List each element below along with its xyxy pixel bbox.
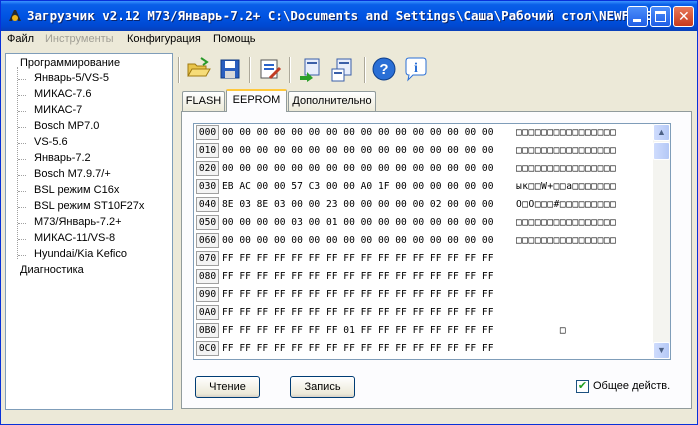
hex-ascii[interactable]: ык□□W+□□а□□□□□□□ [516, 181, 616, 192]
menu-tools: Инструменты [45, 33, 114, 45]
hex-address: 0B0 [196, 323, 219, 338]
open-folder-icon[interactable] [185, 56, 211, 82]
help-icon[interactable]: ? [371, 56, 397, 82]
info-icon[interactable]: i [403, 56, 429, 82]
tree-item-january-5[interactable]: Январь-5/VS-5 [34, 72, 109, 84]
read-button[interactable]: Чтение [195, 376, 260, 398]
svg-text:i: i [414, 61, 418, 76]
window-title: Загрузчик v2.12 M73/Январь-7.2+ C:\Docum… [27, 8, 652, 23]
app-icon [9, 10, 21, 21]
minimize-icon [633, 19, 641, 22]
checkmark-icon: ✔ [577, 380, 588, 392]
tree-item-mikas-11[interactable]: МИКАС-11/VS-8 [34, 232, 115, 244]
maximize-icon [655, 11, 666, 22]
toolbar-separator [364, 57, 366, 83]
scroll-thumb[interactable] [653, 142, 670, 160]
write-icon[interactable] [329, 56, 355, 82]
menu-configuration[interactable]: Конфигурация [127, 33, 201, 45]
hex-bytes[interactable]: 00 00 00 00 00 00 00 00 00 00 00 00 00 0… [222, 163, 493, 174]
tree-root-diagnostics[interactable]: Диагностика [20, 264, 84, 276]
hex-address: 0C0 [196, 341, 219, 356]
close-button[interactable]: ✕ [673, 6, 694, 27]
minimize-button[interactable] [627, 6, 648, 27]
menu-file[interactable]: Файл [7, 33, 34, 45]
menu-bar: Файл Инструменты Конфигурация Помощь [1, 31, 697, 49]
hex-bytes[interactable]: FF FF FF FF FF FF FF FF FF FF FF FF FF F… [222, 271, 493, 282]
tree-item-bosch-m797[interactable]: Bosch M7.9.7/+ [34, 168, 111, 180]
hex-address: 040 [196, 197, 219, 212]
toolbar-separator [249, 57, 251, 83]
svg-text:?: ? [379, 61, 388, 78]
tree-item-mikas-7-6[interactable]: МИКАС-7.6 [34, 88, 91, 100]
hex-editor[interactable]: 000 00 00 00 00 00 00 00 00 00 00 00 00 0… [193, 123, 671, 360]
hex-address: 020 [196, 161, 219, 176]
tree-item-bsl-st10f27x[interactable]: BSL режим ST10F27x [34, 200, 144, 212]
hex-bytes[interactable]: FF FF FF FF FF FF FF FF FF FF FF FF FF F… [222, 343, 493, 354]
hex-ascii[interactable]: □ [516, 325, 566, 336]
hex-bytes[interactable]: FF FF FF FF FF FF FF FF FF FF FF FF FF F… [222, 307, 493, 318]
toolbar-separator [289, 57, 291, 83]
close-icon: ✕ [678, 8, 690, 24]
hex-bytes[interactable]: 8E 03 8E 03 00 00 23 00 00 00 00 00 02 0… [222, 199, 493, 210]
read-icon[interactable] [297, 56, 323, 82]
save-icon[interactable] [217, 56, 243, 82]
hex-address: 000 [196, 125, 219, 140]
tree-item-vs-5-6[interactable]: VS-5.6 [34, 136, 68, 148]
tree-item-bosch-mp7[interactable]: Bosch MP7.0 [34, 120, 99, 132]
tab-flash[interactable]: FLASH [182, 91, 225, 111]
hex-ascii[interactable]: □□□□□□□□□□□□□□□□ [516, 163, 616, 174]
hex-ascii[interactable]: □□□□□□□□□□□□□□□□ [516, 217, 616, 228]
maximize-button[interactable] [650, 6, 671, 27]
hex-scrollbar[interactable]: ▲ ▼ [653, 124, 670, 359]
hex-address: 050 [196, 215, 219, 230]
menu-help[interactable]: Помощь [213, 33, 256, 45]
hex-address: 090 [196, 287, 219, 302]
scroll-down-icon[interactable]: ▼ [653, 342, 670, 359]
hex-bytes[interactable]: 00 00 00 00 00 00 00 00 00 00 00 00 00 0… [222, 127, 493, 138]
hex-bytes[interactable]: FF FF FF FF FF FF FF FF FF FF FF FF FF F… [222, 289, 493, 300]
tree-item-january-7-2[interactable]: Январь-7.2 [34, 152, 91, 164]
common-action-checkbox[interactable]: ✔ [576, 380, 589, 393]
hex-address: 070 [196, 251, 219, 266]
hex-address: 0A0 [196, 305, 219, 320]
hex-bytes[interactable]: FF FF FF FF FF FF FF 01 FF FF FF FF FF F… [222, 325, 493, 336]
hex-bytes[interactable]: 00 00 00 00 00 00 00 00 00 00 00 00 00 0… [222, 145, 493, 156]
tree-item-m73-january[interactable]: M73/Январь-7.2+ [34, 216, 122, 228]
write-button[interactable]: Запись [290, 376, 355, 398]
main-window: Загрузчик v2.12 M73/Январь-7.2+ C:\Docum… [0, 0, 698, 425]
eeprom-panel: 000 00 00 00 00 00 00 00 00 00 00 00 00 0… [181, 111, 692, 409]
hex-bytes[interactable]: 00 00 00 00 00 00 00 00 00 00 00 00 00 0… [222, 235, 493, 246]
tab-eeprom[interactable]: EEPROM [226, 89, 287, 112]
hex-bytes[interactable]: 00 00 00 00 03 00 01 00 00 00 00 00 00 0… [222, 217, 493, 228]
tab-additional[interactable]: Дополнительно [288, 91, 376, 111]
common-action-label: Общее действ. [593, 380, 671, 392]
tree-root-programming[interactable]: Программирование [20, 57, 120, 69]
toolbar-separator [178, 57, 180, 83]
scroll-up-icon[interactable]: ▲ [653, 124, 670, 141]
title-bar[interactable]: Загрузчик v2.12 M73/Январь-7.2+ C:\Docum… [1, 1, 697, 31]
device-tree: Программирование Январь-5/VS-5 МИКАС-7.6… [5, 53, 173, 410]
hex-ascii[interactable]: О□О□□□#□□□□□□□□□ [516, 199, 616, 210]
settings-icon[interactable] [257, 56, 283, 82]
hex-bytes[interactable]: EB AC 00 00 57 C3 00 00 A0 1F 00 00 00 0… [222, 181, 493, 192]
hex-address: 080 [196, 269, 219, 284]
toolbar: ? i [178, 53, 693, 87]
hex-address: 030 [196, 179, 219, 194]
hex-address: 010 [196, 143, 219, 158]
tree-item-bsl-c16x[interactable]: BSL режим C16x [34, 184, 119, 196]
hex-bytes[interactable]: FF FF FF FF FF FF FF FF FF FF FF FF FF F… [222, 253, 493, 264]
hex-ascii[interactable]: □□□□□□□□□□□□□□□□ [516, 145, 616, 156]
hex-ascii[interactable]: □□□□□□□□□□□□□□□□ [516, 127, 616, 138]
tree-item-hyundai-kefico[interactable]: Hyundai/Kia Kefico [34, 248, 127, 260]
hex-ascii[interactable]: □□□□□□□□□□□□□□□□ [516, 235, 616, 246]
tree-item-mikas-7[interactable]: МИКАС-7 [34, 104, 82, 116]
hex-address: 060 [196, 233, 219, 248]
